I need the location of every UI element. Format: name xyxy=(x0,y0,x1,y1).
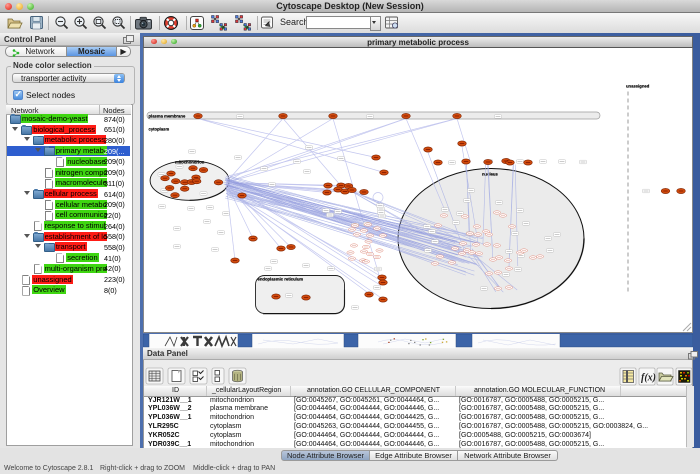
svg-text:mitochondrion: mitochondrion xyxy=(175,159,204,164)
svg-text:nucleus: nucleus xyxy=(482,171,498,176)
svg-text:endoplasmic reticulum: endoplasmic reticulum xyxy=(258,276,304,281)
svg-text:plasma membrane: plasma membrane xyxy=(149,113,186,118)
svg-text:f(x): f(x) xyxy=(641,373,656,384)
svg-text:unassigned: unassigned xyxy=(626,83,649,88)
svg-text:cytoplasm: cytoplasm xyxy=(149,126,170,131)
